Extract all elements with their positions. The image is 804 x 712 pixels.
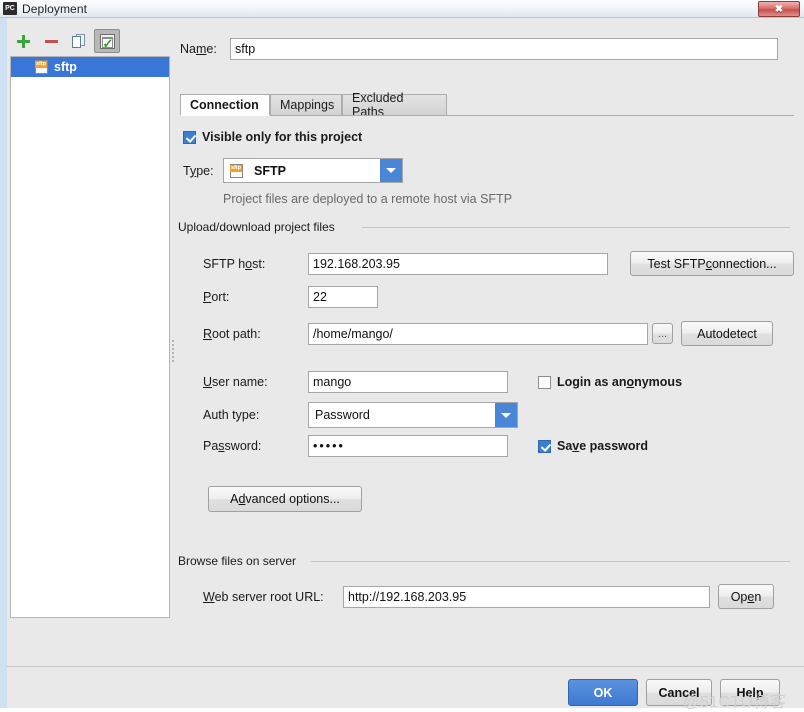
minus-icon — [45, 40, 58, 43]
login-anonymous-label: Login as anonymous — [557, 375, 682, 389]
open-url-button[interactable]: Open — [718, 584, 774, 609]
sftp-file-icon: sftp — [230, 164, 243, 178]
save-password-label: Save password — [557, 439, 648, 453]
type-row: Type: sftp SFTP — [183, 158, 403, 183]
tab-connection[interactable]: Connection — [180, 94, 270, 116]
port-input[interactable] — [308, 286, 378, 308]
ok-button[interactable]: OK — [568, 679, 638, 706]
root-path-row: Root path: ... Autodetect — [203, 321, 773, 346]
window-title: Deployment — [22, 2, 87, 16]
type-value: SFTP — [254, 164, 286, 178]
web-url-label: Web server root URL: — [203, 590, 343, 604]
footer-separator — [7, 666, 804, 667]
splitter-handle[interactable] — [170, 338, 175, 364]
close-icon[interactable]: ✖ — [758, 1, 800, 17]
chevron-down-icon[interactable] — [495, 403, 517, 427]
deployment-dialog: PC Deployment ✖ ✓ — [0, 0, 804, 708]
cancel-button[interactable]: Cancel — [646, 679, 712, 706]
password-label: Password: — [203, 439, 308, 453]
remove-server-button[interactable] — [38, 29, 64, 53]
upload-group-title: Upload/download project files — [178, 220, 341, 234]
password-row: Password: Save password — [203, 435, 648, 457]
type-hint: Project files are deployed to a remote h… — [223, 192, 512, 206]
settings-pane: Name: Connection Mappings Excluded Paths… — [176, 18, 804, 708]
use-as-default-button[interactable]: ✓ — [94, 29, 120, 53]
chevron-down-icon[interactable] — [380, 159, 402, 182]
copy-icon — [72, 34, 86, 48]
visible-only-row[interactable]: Visible only for this project — [183, 130, 362, 144]
user-name-input[interactable] — [308, 371, 508, 393]
tab-excluded-paths[interactable]: Excluded Paths — [342, 94, 447, 116]
sftp-file-icon: sftp — [35, 60, 48, 74]
visible-only-checkbox[interactable] — [183, 131, 196, 144]
set-default-icon: ✓ — [100, 34, 115, 49]
tab-underline — [180, 115, 794, 116]
advanced-options-button[interactable]: Advanced options... — [208, 486, 362, 512]
root-path-input[interactable] — [308, 323, 648, 345]
root-path-label: Root path: — [203, 327, 308, 341]
sftp-host-input[interactable] — [308, 253, 608, 275]
auth-type-value: Password — [309, 408, 495, 422]
port-row: Port: — [203, 286, 378, 308]
browse-root-path-button[interactable]: ... — [652, 323, 673, 344]
list-item-label: sftp — [54, 60, 77, 74]
add-server-button[interactable] — [10, 29, 36, 53]
browse-group-title: Browse files on server — [178, 554, 302, 568]
autodetect-button[interactable]: Autodetect — [681, 321, 773, 346]
auth-type-label: Auth type: — [203, 408, 308, 422]
tab-mappings[interactable]: Mappings — [270, 94, 342, 116]
auth-type-row: Auth type: Password — [203, 402, 518, 428]
auth-type-combobox[interactable]: Password — [308, 402, 518, 428]
user-name-label: User name: — [203, 375, 308, 389]
plus-icon — [17, 35, 30, 48]
dialog-content: ✓ sftp sftp Name: Conn — [0, 18, 804, 708]
server-list[interactable]: sftp sftp — [10, 56, 170, 618]
user-name-row: User name: Login as anonymous — [203, 371, 682, 393]
title-bar: PC Deployment ✖ — [0, 0, 804, 18]
help-button[interactable]: Help — [720, 679, 780, 706]
port-label: Port: — [203, 290, 308, 304]
name-input[interactable] — [230, 38, 778, 60]
sidebar-toolbar: ✓ — [10, 28, 170, 54]
list-item[interactable]: sftp sftp — [11, 57, 169, 77]
name-label: Name: — [180, 42, 230, 56]
upload-group-line — [362, 227, 790, 228]
web-url-input[interactable] — [343, 586, 710, 608]
type-label: Type: — [183, 164, 223, 178]
browse-group-line — [311, 561, 790, 562]
copy-server-button[interactable] — [66, 29, 92, 53]
web-url-row: Web server root URL: Open — [203, 584, 774, 609]
save-password-checkbox[interactable] — [538, 440, 551, 453]
sftp-host-label: SFTP host: — [203, 257, 308, 271]
password-input[interactable] — [308, 435, 508, 457]
tab-bar: Connection Mappings Excluded Paths — [180, 94, 794, 116]
type-combobox[interactable]: sftp SFTP — [223, 158, 403, 183]
sftp-host-row: SFTP host: Test SFTP connection... — [203, 251, 794, 276]
name-row: Name: — [180, 38, 778, 60]
left-edge-stripe — [0, 18, 7, 708]
login-anonymous-checkbox[interactable] — [538, 376, 551, 389]
test-sftp-connection-button[interactable]: Test SFTP connection... — [630, 251, 794, 276]
pycharm-icon: PC — [3, 2, 17, 15]
visible-only-label: Visible only for this project — [202, 130, 362, 144]
